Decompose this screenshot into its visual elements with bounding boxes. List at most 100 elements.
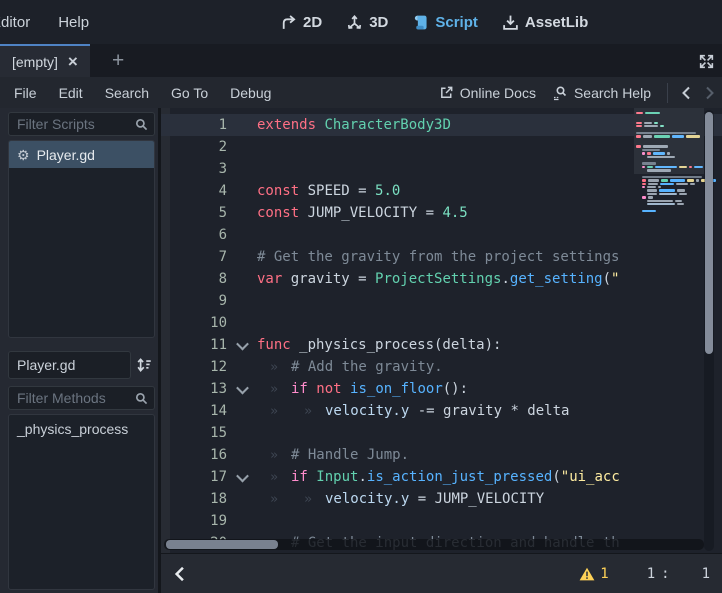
code-token: -= gravity * delta — [409, 403, 569, 419]
minimap[interactable] — [634, 108, 704, 553]
line-number[interactable]: 5 — [161, 205, 227, 221]
workspace-script-label: Script — [435, 14, 478, 31]
workspace-2d-button[interactable]: 2D — [280, 14, 322, 31]
filter-methods-input[interactable] — [8, 386, 155, 410]
filter-scripts-input[interactable] — [8, 112, 155, 136]
line-number[interactable]: 19 — [161, 513, 227, 529]
vertical-scrollbar[interactable] — [704, 110, 714, 551]
code-token — [342, 381, 350, 397]
code-token: get_setting — [510, 271, 603, 287]
code-editor[interactable]: 1extends CharacterBody3D234const SPEED =… — [158, 108, 722, 553]
expand-fullscreen-icon[interactable] — [696, 51, 716, 71]
code-token: if — [291, 381, 308, 397]
minimap-segment — [642, 210, 656, 212]
line-number[interactable]: 11 — [161, 337, 227, 353]
scripts-sidebar: ⚙ Player.gd _physics_process — [0, 108, 158, 593]
line-number[interactable]: 1 — [161, 117, 227, 133]
online-docs-button[interactable]: Online Docs — [439, 85, 536, 101]
status-right-group: 1 1 : 1 — [579, 566, 710, 582]
vertical-scrollbar-thumb[interactable] — [705, 112, 713, 354]
workspace-assetlib-label: AssetLib — [525, 14, 588, 31]
menu-goto[interactable]: Go To — [160, 85, 219, 101]
script-list-item-player[interactable]: ⚙ Player.gd — [9, 141, 154, 168]
warnings-badge[interactable]: 1 — [579, 566, 608, 582]
minimap-viewport[interactable] — [634, 108, 704, 174]
line-number[interactable]: 3 — [161, 161, 227, 177]
close-tab-icon[interactable]: × — [68, 53, 78, 70]
line-number[interactable]: 14 — [161, 403, 227, 419]
code-token: # Add the gravity. — [291, 359, 443, 375]
download-icon — [502, 14, 519, 31]
code-token: SPEED = — [299, 183, 375, 199]
search-help-icon — [552, 85, 568, 101]
script-editor-main: ⚙ Player.gd _physics_process — [0, 108, 722, 593]
minimap-segment — [648, 179, 659, 181]
tab-label: [empty] — [12, 54, 58, 70]
code-token: is_on_floor — [350, 381, 443, 397]
fold-arrow-icon[interactable] — [227, 473, 257, 482]
line-number[interactable]: 16 — [161, 447, 227, 463]
line-number[interactable]: 15 — [161, 425, 227, 441]
code-token: (): — [443, 381, 468, 397]
code-token: if — [291, 469, 308, 485]
minimap-segment — [677, 189, 685, 191]
main-menu-bar: Editor Help 2D 3D Script — [0, 0, 722, 44]
code-token: extends — [257, 117, 316, 133]
workspace-assetlib-button[interactable]: AssetLib — [502, 14, 588, 31]
sort-methods-icon[interactable] — [133, 354, 155, 376]
line-number[interactable]: 12 — [161, 359, 227, 375]
menu-help[interactable]: Help — [44, 14, 103, 31]
method-list-item[interactable]: _physics_process — [9, 415, 154, 442]
godot-editor-window: Editor Help 2D 3D Script — [0, 0, 722, 593]
new-tab-button[interactable]: + — [106, 44, 130, 77]
tab-empty-script[interactable]: [empty] × — [0, 44, 90, 77]
minimap-segment — [647, 193, 657, 195]
history-forward-icon[interactable] — [698, 81, 722, 105]
code-token: ( — [552, 469, 560, 485]
tab-indent-marker: » — [291, 404, 325, 419]
menu-search[interactable]: Search — [94, 85, 160, 101]
warning-icon — [579, 567, 595, 581]
code-token: . — [501, 271, 509, 287]
search-help-button[interactable]: Search Help — [552, 85, 651, 101]
script-name-field[interactable] — [8, 351, 131, 379]
minimap-segment — [642, 196, 646, 198]
menu-edit[interactable]: Edit — [48, 85, 94, 101]
minimap-segment — [690, 183, 695, 185]
horizontal-scrollbar-thumb[interactable] — [166, 540, 278, 549]
line-number[interactable]: 18 — [161, 491, 227, 507]
line-number[interactable]: 13 — [161, 381, 227, 397]
code-token: 5.0 — [375, 183, 400, 199]
line-number[interactable]: 2 — [161, 139, 227, 155]
line-number[interactable]: 9 — [161, 293, 227, 309]
line-number[interactable]: 4 — [161, 183, 227, 199]
code-token: # Get the gravity from the project setti… — [257, 249, 619, 265]
fold-arrow-icon[interactable] — [227, 385, 257, 394]
code-token — [308, 381, 316, 397]
toggle-scripts-panel-icon[interactable] — [173, 566, 186, 582]
history-back-icon[interactable] — [674, 81, 698, 105]
tab-indent-marker: » — [257, 382, 291, 397]
2d-icon — [280, 14, 297, 31]
line-number[interactable]: 7 — [161, 249, 227, 265]
line-number[interactable]: 17 — [161, 469, 227, 485]
code-token: 4.5 — [442, 205, 467, 221]
minimap-segment — [661, 179, 668, 181]
fold-arrow-icon[interactable] — [227, 341, 257, 350]
minimap-segment — [659, 189, 675, 191]
workspace-script-button[interactable]: Script — [412, 14, 478, 31]
code-token: velocity.y — [325, 403, 409, 419]
line-number[interactable]: 6 — [161, 227, 227, 243]
minimap-segment — [659, 193, 677, 195]
editor-status-bar: 1 1 : 1 — [158, 553, 722, 593]
workspace-3d-button[interactable]: 3D — [346, 14, 388, 31]
horizontal-scrollbar[interactable] — [164, 539, 704, 550]
menu-editor[interactable]: Editor — [0, 14, 44, 31]
minimap-segment — [696, 179, 699, 181]
line-number[interactable]: 10 — [161, 315, 227, 331]
minimap-segment — [642, 183, 646, 185]
code-token: _physics_process(delta): — [291, 337, 502, 353]
line-number[interactable]: 8 — [161, 271, 227, 287]
menu-file[interactable]: File — [3, 85, 48, 101]
menu-debug[interactable]: Debug — [219, 85, 282, 101]
